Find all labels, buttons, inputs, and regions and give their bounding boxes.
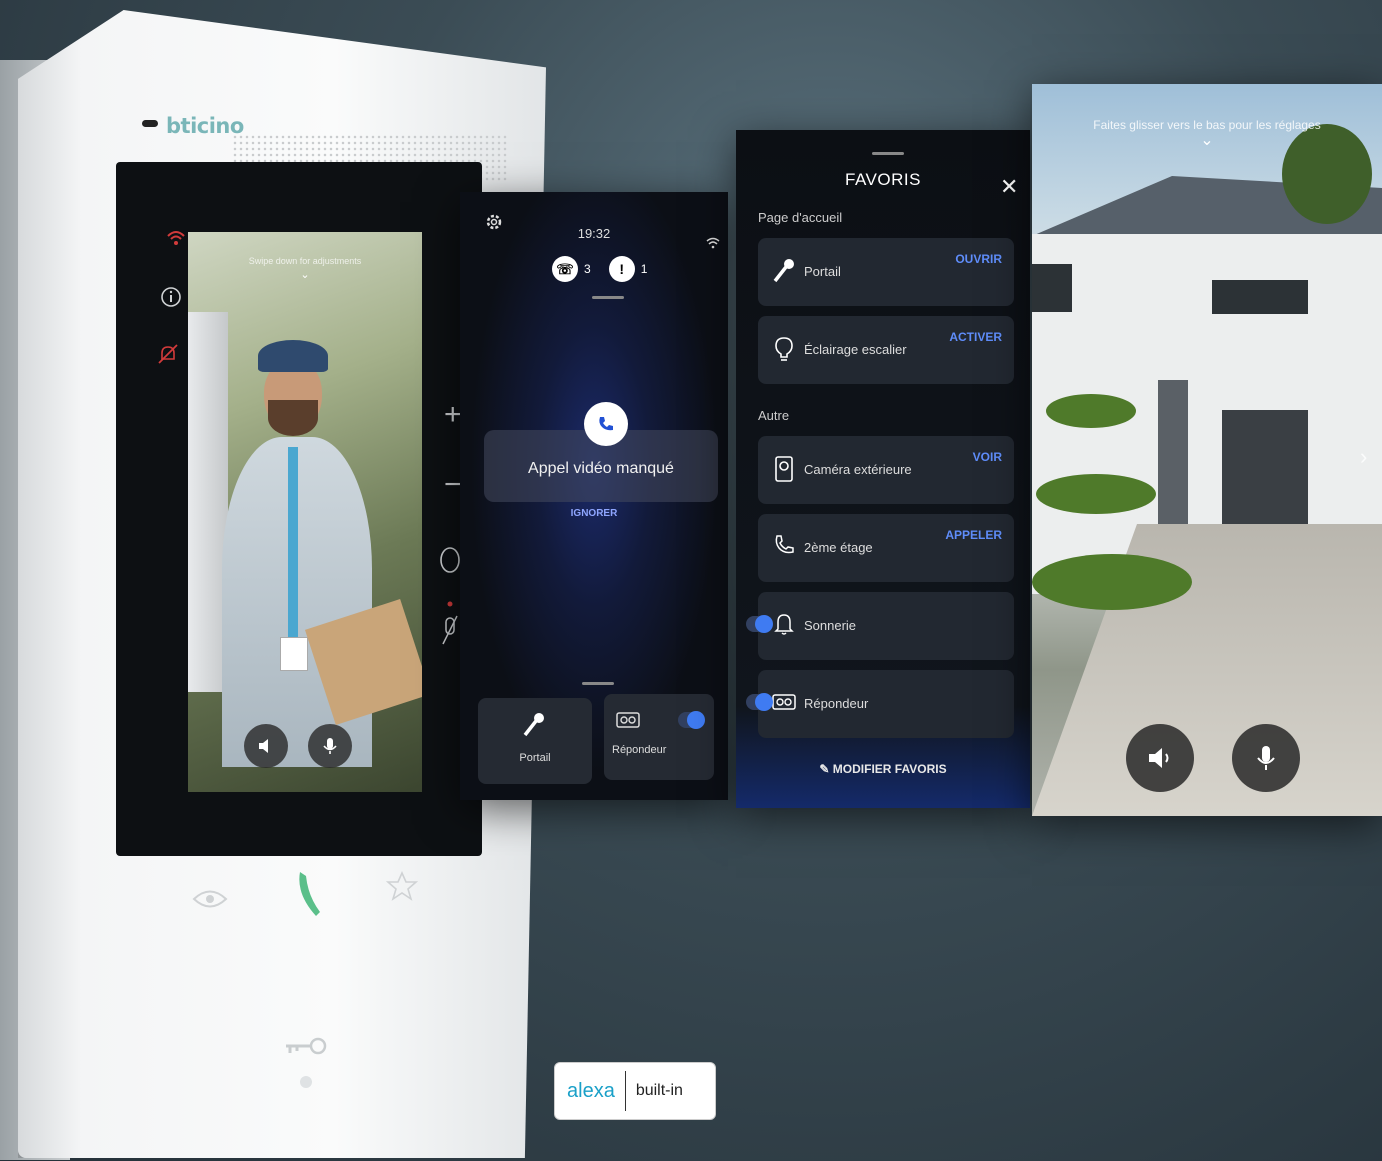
pencil-icon: ✎ xyxy=(819,762,833,776)
drag-handle[interactable] xyxy=(592,296,624,299)
fav-row-repondeur[interactable]: Répondeur xyxy=(746,670,1014,738)
tile-portail-label: Portail xyxy=(519,752,551,764)
alert-badge-icon[interactable]: ! xyxy=(608,256,635,282)
circle-icon[interactable] xyxy=(438,546,462,579)
tree-foliage xyxy=(1032,554,1192,610)
chevron-down-icon[interactable]: ⌄ xyxy=(188,268,422,281)
fav-row-etage[interactable]: 2ème étage APPELER xyxy=(758,514,1014,582)
open-button[interactable]: OUVRIR xyxy=(955,252,1002,266)
section-other-label: Autre xyxy=(758,408,790,423)
bell-muted-icon[interactable] xyxy=(156,342,180,371)
edit-favorites-button[interactable]: ✎ MODIFIER FAVORIS xyxy=(736,762,1030,776)
eye-icon[interactable] xyxy=(192,886,228,917)
activate-button[interactable]: ACTIVER xyxy=(949,330,1002,344)
tree-foliage xyxy=(1036,474,1156,514)
wifi-icon xyxy=(706,236,720,252)
mic-icon xyxy=(1257,746,1275,770)
wifi-icon[interactable] xyxy=(166,228,186,254)
key-icon xyxy=(522,712,546,743)
call-button[interactable]: APPELER xyxy=(945,528,1002,542)
plus-icon[interactable]: + xyxy=(444,398,462,432)
speaker-button[interactable] xyxy=(1126,724,1194,792)
ignore-button[interactable]: IGNORER xyxy=(460,508,728,519)
speaker-button[interactable] xyxy=(244,724,288,768)
fav-label: Éclairage escalier xyxy=(804,342,907,357)
fav-label: Portail xyxy=(804,264,841,279)
brand-logo-mark xyxy=(142,120,158,127)
drag-handle-bottom[interactable] xyxy=(582,682,614,685)
clock-time: 19:32 xyxy=(577,226,611,241)
house-window xyxy=(1032,264,1072,312)
lightbulb-icon xyxy=(770,336,798,368)
repondeur-toggle[interactable] xyxy=(678,711,705,729)
fav-row-sonnerie[interactable]: Sonnerie xyxy=(746,592,1014,660)
drag-handle[interactable] xyxy=(872,152,904,155)
favoris-screen: FAVORIS ✕ Page d'accueil Portail OUVRIR … xyxy=(736,130,1030,808)
view-button[interactable]: VOIR xyxy=(973,450,1002,464)
chevron-right-icon[interactable]: › xyxy=(1360,444,1367,470)
speaker-icon xyxy=(1149,748,1169,768)
fav-label: Répondeur xyxy=(804,696,869,711)
section-home-label: Page d'accueil xyxy=(758,210,843,225)
tree-foliage xyxy=(1046,394,1136,428)
fav-label: Sonnerie xyxy=(804,618,857,633)
person-beard xyxy=(268,400,318,436)
info-icon[interactable] xyxy=(160,286,182,313)
bell-icon xyxy=(770,612,798,642)
visitor-video-feed: Swipe down for adjustments ⌄ xyxy=(188,232,422,792)
fav-row-camera[interactable]: Caméra extérieure VOIR xyxy=(758,436,1014,504)
phone-icon xyxy=(770,534,798,562)
fav-label: 2ème étage xyxy=(804,540,873,555)
chevron-down-icon[interactable]: ⌄ xyxy=(1032,130,1382,150)
alerts-count: 1 xyxy=(640,262,648,276)
star-icon[interactable] xyxy=(385,870,419,907)
fav-label: Caméra extérieure xyxy=(804,462,912,477)
missed-call-title: Appel vidéo manqué xyxy=(528,460,674,477)
close-icon[interactable]: ✕ xyxy=(1000,174,1018,200)
person-cap xyxy=(258,340,328,372)
phone-icon xyxy=(584,402,628,446)
handset-icon[interactable] xyxy=(294,868,322,925)
mic-icon xyxy=(323,738,337,754)
favoris-title: FAVORIS xyxy=(845,170,921,189)
fav-row-portail[interactable]: Portail OUVRIR xyxy=(758,238,1014,306)
missed-call-badge-icon[interactable]: ☏ xyxy=(552,256,578,282)
built-in-label: built-in xyxy=(635,1082,683,1099)
repondeur-toggle[interactable] xyxy=(746,693,773,711)
missed-call-screen: 19:32 ☏ 3 ! 1 Appel vidéo manqué IGNORER… xyxy=(460,192,728,800)
camera-icon xyxy=(770,456,798,488)
tile-repondeur[interactable]: Répondeur xyxy=(604,694,714,780)
speaker-icon xyxy=(259,739,268,753)
house-door xyxy=(1222,410,1308,526)
mic-muted-icon[interactable] xyxy=(440,600,460,653)
mic-button[interactable] xyxy=(1232,724,1300,792)
missed-calls-count: 3 xyxy=(584,262,591,276)
screen-swipe-hint: Swipe down for adjustments xyxy=(248,256,362,266)
minus-icon[interactable]: − xyxy=(444,468,462,502)
fav-row-eclairage[interactable]: Éclairage escalier ACTIVER xyxy=(758,316,1014,384)
house-window xyxy=(1212,280,1308,314)
tile-repondeur-label: Répondeur xyxy=(612,744,667,756)
mic-button[interactable] xyxy=(308,724,352,768)
key-icon xyxy=(770,258,798,290)
voicemail-icon xyxy=(616,712,640,733)
id-badge xyxy=(280,637,308,671)
key-icon[interactable] xyxy=(282,1036,330,1101)
edit-favorites-label: MODIFIER FAVORIS xyxy=(832,762,947,776)
tile-portail[interactable]: Portail xyxy=(478,698,592,784)
sonnerie-toggle[interactable] xyxy=(746,615,773,633)
lanyard xyxy=(288,447,298,637)
voicemail-icon xyxy=(770,690,798,716)
alexa-built-in-badge: alexa built-in xyxy=(554,1062,716,1120)
exterior-camera-screen: Faites glisser vers le bas pour les régl… xyxy=(1032,84,1382,816)
alexa-logo: alexa xyxy=(567,1079,615,1102)
